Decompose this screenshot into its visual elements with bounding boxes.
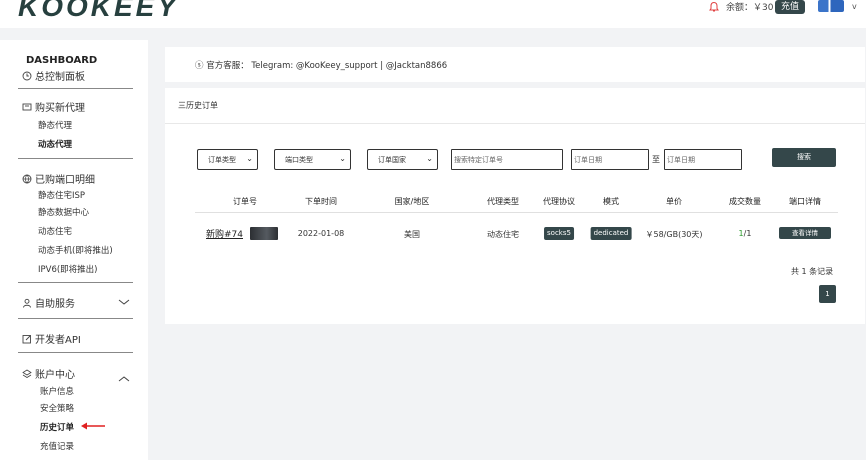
protocol-badge: socks5 [544, 227, 574, 240]
sidebar-item-label: 开发者API [35, 335, 81, 346]
user-icon [23, 298, 31, 308]
cart-icon [22, 103, 32, 111]
column-header: 国家/地区 [394, 197, 430, 206]
sidebar-item-label: 自助服务 [35, 299, 75, 310]
column-header: 下单时间 [305, 197, 337, 206]
sidebar-item-security-policy[interactable]: 安全策略 [40, 402, 74, 414]
divider [165, 123, 865, 124]
column-header: 端口详情 [789, 197, 821, 206]
divider [18, 158, 133, 159]
sidebar-item-account-center[interactable]: 账户中心 [22, 366, 75, 381]
chevron-up-icon[interactable] [118, 376, 130, 382]
globe-icon [22, 174, 32, 184]
date-range-to-label: 至 [652, 155, 660, 164]
edit-icon [22, 335, 31, 344]
divider [195, 212, 838, 213]
order-country-select[interactable]: 订单国家 ⌄ [367, 149, 438, 170]
avatar[interactable] [818, 0, 844, 12]
column-header: 单价 [666, 197, 682, 206]
order-date: 2022-01-08 [297, 229, 345, 238]
sidebar-item-label: 已购端口明细 [35, 175, 95, 186]
column-header: 模式 [603, 197, 619, 206]
unit-price: ￥58/GB(30天) [645, 230, 703, 239]
proxy-type: 动态住宅 [487, 230, 519, 239]
column-header: 代理协议 [543, 197, 575, 206]
layers-icon [22, 369, 32, 378]
page-title: 三历史订单 [178, 101, 218, 110]
bell-icon[interactable] [708, 1, 720, 13]
main-panel: 三历史订单 订单类型 ⌄ 端口类型 ⌄ 订单国家 ⌄ 搜索特定订单号 订单日期 至 订… [165, 88, 865, 324]
sidebar-item-label: 总控制面板 [35, 72, 85, 83]
sidebar-item-account-info[interactable]: 账户信息 [40, 385, 74, 397]
sidebar-item-dynamic-mobile[interactable]: 动态手机(即将推出) [38, 244, 113, 256]
red-arrow-annotation [81, 422, 105, 430]
sidebar-item-static-proxy[interactable]: 静态代理 [38, 119, 72, 131]
search-button[interactable]: 搜索 [772, 148, 836, 167]
notice-bar: ⓢ 官方客服： Telegram: @KooKeey_support | @Ja… [165, 47, 865, 82]
sidebar-item-static-datacenter[interactable]: 静态数据中心 [38, 206, 89, 218]
dashboard-title: DASHBOARD [26, 55, 98, 66]
sidebar-item-dynamic-residential[interactable]: 动态住宅 [38, 225, 72, 237]
divider [18, 318, 133, 319]
total-records: 共 1 条记录 [791, 267, 834, 276]
quantity: 1/1 [738, 229, 752, 238]
clock-icon [22, 71, 32, 81]
column-header: 订单号 [233, 197, 257, 206]
divider [18, 282, 133, 283]
page-button[interactable]: 1 [819, 285, 836, 303]
order-country: 美国 [404, 230, 420, 239]
chevron-down-icon: ⌄ [246, 154, 253, 163]
sidebar-item-label: 账户中心 [35, 370, 75, 381]
date-from-input[interactable]: 订单日期 [571, 149, 649, 170]
order-number-link[interactable]: 新购#74 [206, 227, 243, 240]
recharge-button[interactable]: 充值 [775, 0, 806, 14]
support-icon: ⓢ [195, 61, 207, 71]
chevron-down-icon: ⌄ [426, 154, 433, 163]
view-details-button[interactable]: 查看详情 [779, 227, 831, 239]
sidebar-item-developer-api[interactable]: 开发者API [22, 331, 81, 346]
sidebar-item-label: 购买新代理 [35, 103, 85, 114]
chevron-down-icon[interactable] [118, 299, 130, 305]
mode-badge: dedicated [590, 227, 632, 240]
sidebar-item-static-isp[interactable]: 静态住宅ISP [38, 189, 85, 201]
sidebar-item-buy-proxy[interactable]: 购买新代理 [22, 99, 85, 114]
port-type-select[interactable]: 端口类型 ⌄ [274, 149, 351, 170]
column-header: 代理类型 [487, 197, 519, 206]
order-type-select[interactable]: 订单类型 ⌄ [197, 149, 258, 170]
sidebar: DASHBOARD 总控制面板 购买新代理 静态代理 动态代理 已购端口明细 静… [0, 40, 148, 460]
sidebar-item-purchased-ports[interactable]: 已购端口明细 [22, 171, 95, 186]
username[interactable]: v [852, 2, 857, 11]
sidebar-item-dashboard[interactable]: 总控制面板 [22, 68, 85, 83]
sidebar-item-ipv6[interactable]: IPV6(即将推出) [38, 263, 98, 275]
column-header: 成交数量 [729, 197, 761, 206]
top-bar: KOOKEEY 余额：￥30 充值 v [0, 0, 866, 28]
divider [18, 352, 133, 353]
notice-text: ⓢ 官方客服： Telegram: @KooKeey_support | @Ja… [195, 61, 448, 71]
sidebar-item-order-history[interactable]: 历史订单 [40, 421, 74, 433]
date-to-input[interactable]: 订单日期 [664, 149, 742, 170]
sidebar-item-self-service[interactable]: 自助服务 [22, 295, 75, 310]
chevron-down-icon: ⌄ [339, 154, 346, 163]
order-id-search-input[interactable]: 搜索特定订单号 [451, 149, 563, 170]
balance-text: 余额：￥30 [726, 3, 774, 13]
sidebar-item-recharge-records[interactable]: 充值记录 [40, 440, 74, 452]
logo[interactable]: KOOKEEY [18, 0, 179, 23]
divider [18, 88, 133, 89]
sidebar-item-dynamic-proxy[interactable]: 动态代理 [38, 138, 72, 150]
redaction-block [250, 227, 278, 240]
